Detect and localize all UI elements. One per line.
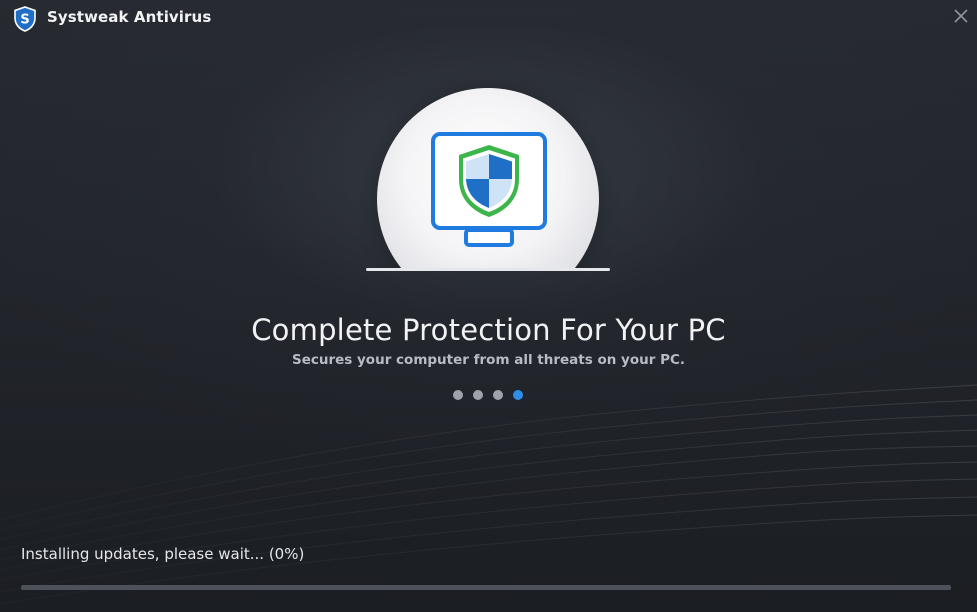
install-status-text: Installing updates, please wait... (0%) xyxy=(21,545,305,563)
title-bar: S Systweak Antivirus xyxy=(0,0,977,36)
slide-pager xyxy=(453,390,523,400)
shield-s-logo-icon: S xyxy=(14,6,36,32)
app-title: Systweak Antivirus xyxy=(47,8,212,26)
hero-base-line xyxy=(366,268,610,271)
install-progress-bar xyxy=(21,585,951,590)
pager-dot-1[interactable] xyxy=(453,390,463,400)
installer-window: S Systweak Antivirus Complete Protection… xyxy=(0,0,977,612)
monitor-shield-icon xyxy=(431,132,547,247)
svg-text:S: S xyxy=(20,13,29,28)
pager-dot-4[interactable] xyxy=(513,390,523,400)
pager-dot-3[interactable] xyxy=(493,390,503,400)
close-button[interactable] xyxy=(944,0,977,32)
close-icon xyxy=(954,9,968,23)
slide-subtitle: Secures your computer from all threats o… xyxy=(291,352,686,368)
pager-dot-2[interactable] xyxy=(473,390,483,400)
slide-headline: Complete Protection For Your PC xyxy=(251,313,726,347)
